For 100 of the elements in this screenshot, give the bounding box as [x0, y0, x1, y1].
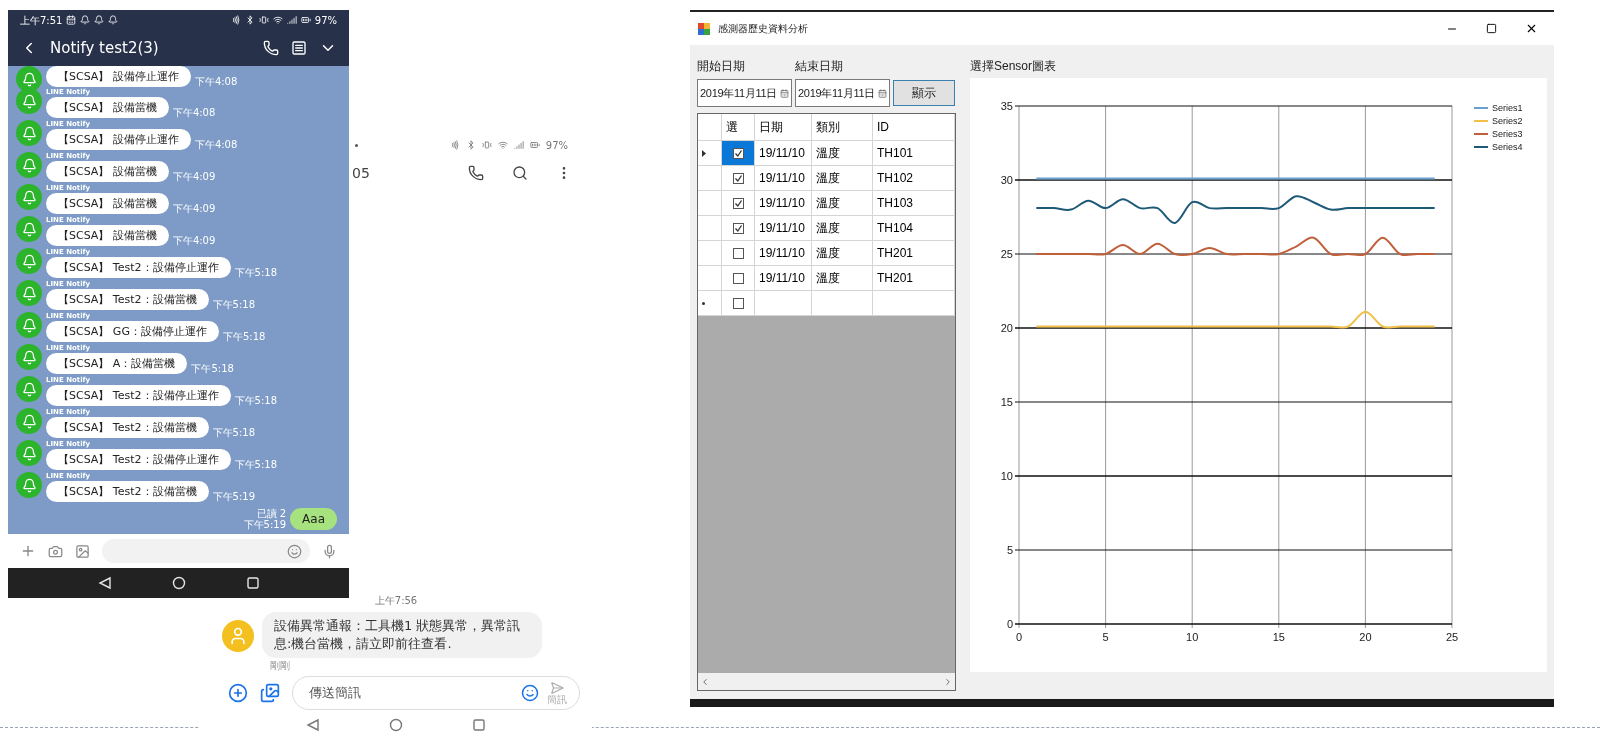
scroll-right-icon[interactable] [943, 676, 953, 687]
phone-icon[interactable] [468, 165, 484, 181]
x-tick-label: 20 [1359, 631, 1372, 643]
image-icon[interactable] [75, 543, 90, 559]
close-button[interactable] [1525, 22, 1538, 35]
message-time: 下午4:08 [194, 76, 238, 87]
message-time: 下午4:09 [172, 203, 216, 214]
checkbox-cell[interactable] [722, 266, 755, 291]
microphone-icon[interactable] [322, 543, 337, 559]
own-message-bubble: Aaa [290, 508, 337, 530]
bluetooth-icon [244, 15, 255, 25]
maximize-button[interactable] [1486, 23, 1497, 34]
x-tick-label: 10 [1186, 631, 1199, 643]
checkbox-cell[interactable] [722, 191, 755, 216]
x-tick-label: 5 [1102, 631, 1109, 643]
bell-icon [21, 93, 37, 109]
row-header-cell[interactable] [698, 241, 722, 266]
checkbox-cell[interactable] [722, 216, 755, 241]
person-icon [228, 626, 248, 646]
start-date-label: 開始日期 [697, 58, 746, 75]
table-cell: 19/11/10 [755, 241, 812, 266]
row-header-cell[interactable] [698, 291, 722, 316]
notes-icon[interactable] [291, 40, 307, 56]
checkbox[interactable] [732, 272, 744, 284]
message-time: 下午5:18 [212, 427, 255, 438]
message-time: 下午5:18 [191, 363, 234, 374]
show-button[interactable]: 顯示 [893, 80, 955, 106]
message-time: 下午4:09 [172, 171, 216, 182]
column-header[interactable]: 選 [722, 114, 755, 141]
checkbox-cell[interactable] [722, 141, 755, 166]
legend-label: Series4 [1492, 142, 1523, 152]
end-date-picker[interactable]: 2019年11月11日 [795, 79, 890, 107]
new-row-icon [702, 301, 705, 305]
checkbox-cell[interactable] [722, 291, 755, 316]
status-time: 上午7:51 [20, 13, 63, 28]
battery-icon [300, 15, 311, 25]
message-date: 上午7:56 [374, 594, 418, 608]
message-bubble: 【SCSA】 GG：設備停止運作 [46, 321, 219, 342]
wifi-icon [497, 140, 508, 150]
legend-label: Series3 [1492, 129, 1523, 139]
bell-icon [21, 477, 37, 493]
sms-text-input[interactable]: 傳送簡訊 [309, 683, 513, 703]
message-bubble: 【SCSA】 設備當機 [46, 225, 169, 246]
signal-icon [286, 15, 297, 25]
message-bubble: 【SCSA】 設備當機 [46, 193, 169, 214]
bell-icon [21, 189, 37, 205]
table-cell: TH102 [873, 166, 955, 191]
bell-icon [21, 221, 37, 237]
checkbox[interactable] [732, 197, 744, 209]
checkbox[interactable] [732, 297, 744, 309]
y-tick-label: 0 [1006, 618, 1013, 630]
notification-icon [108, 15, 119, 25]
table-cell: 溫度 [812, 191, 873, 216]
notification-icon [94, 15, 105, 25]
calendar-dropdown-icon [780, 88, 789, 98]
bell-icon [21, 413, 37, 429]
row-header-cell[interactable] [698, 266, 722, 291]
emoji-icon[interactable] [287, 543, 302, 559]
end-date-label: 結束日期 [795, 58, 843, 75]
battery-level: 97% [314, 13, 337, 28]
wifi-icon [272, 15, 283, 25]
table-cell: 溫度 [812, 216, 873, 241]
checkbox[interactable] [732, 172, 744, 184]
current-row-icon [702, 149, 706, 157]
scroll-left-icon[interactable] [700, 676, 710, 687]
camera-icon[interactable] [48, 543, 63, 559]
checkbox-cell[interactable] [722, 241, 755, 266]
table-cell: 19/11/10 [755, 216, 812, 241]
row-header-cell[interactable] [698, 191, 722, 216]
table-cell: TH201 [873, 241, 955, 266]
bell-icon [21, 253, 37, 269]
signal-icon [513, 140, 524, 150]
gallery-icon[interactable] [260, 683, 280, 703]
column-header[interactable]: 日期 [755, 114, 812, 141]
y-tick-label: 30 [1000, 174, 1013, 186]
row-header-cell[interactable] [698, 216, 722, 241]
row-header-cell[interactable] [698, 166, 722, 191]
checkbox[interactable] [732, 222, 744, 234]
start-date-picker[interactable]: 2019年11月11日 [697, 79, 792, 107]
legend-label: Series1 [1492, 103, 1523, 113]
message-time: 下午5:19 [243, 518, 287, 530]
search-icon[interactable] [512, 165, 528, 181]
table-cell: 溫度 [812, 166, 873, 191]
grid-corner-cell [698, 114, 722, 141]
message-bubble: 【SCSA】 設備停止運作 [46, 66, 191, 87]
row-header-cell[interactable] [698, 141, 722, 166]
message-bubble: 【SCSA】 Test2：設備停止運作 [46, 257, 231, 278]
message-time: 下午5:18 [234, 267, 277, 278]
emoji-icon[interactable] [521, 684, 539, 702]
column-header[interactable]: 類別 [812, 114, 873, 141]
column-header[interactable]: ID [873, 114, 955, 141]
message-time: 下午5:18 [212, 299, 255, 310]
horizontal-scrollbar[interactable] [698, 673, 955, 690]
table-cell: TH101 [873, 141, 955, 166]
checkbox[interactable] [732, 147, 744, 159]
message-bubble: 【SCSA】 Test2：設備停止運作 [46, 385, 231, 406]
checkbox-cell[interactable] [722, 166, 755, 191]
checkbox[interactable] [732, 247, 744, 259]
add-icon[interactable] [228, 683, 248, 703]
message-input[interactable] [102, 539, 310, 563]
